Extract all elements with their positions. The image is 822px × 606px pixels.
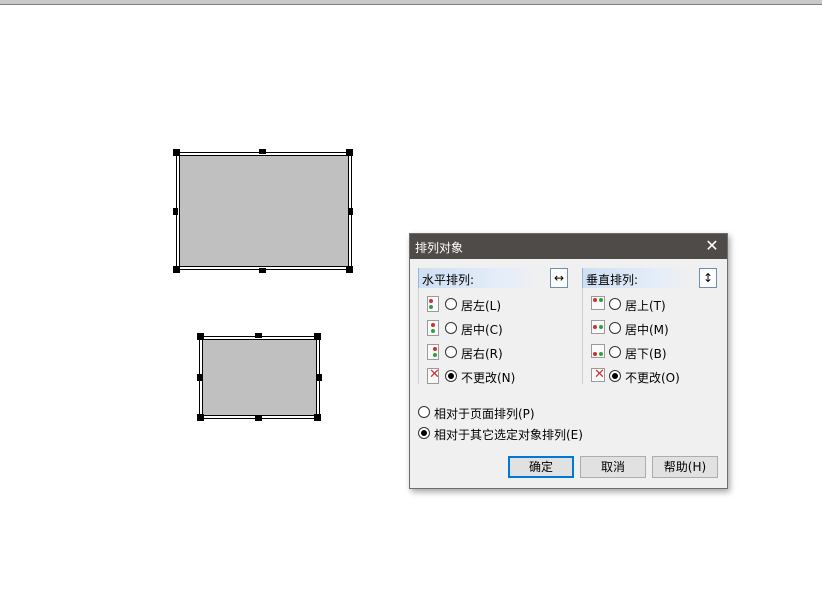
resize-handle-left[interactable] — [197, 374, 202, 381]
resize-handle-bottom-right[interactable] — [346, 266, 353, 273]
radio-label: 居中(M) — [625, 323, 669, 337]
vertical-align-group: 垂直排列: ↕ 居上(T) 居中(M) 居下(B) ✕ 不更改(O) — [582, 268, 722, 386]
horizontal-arrow-icon: ↔ — [550, 268, 568, 288]
horizontal-align-group: 水平排列: ↔ 居左(L) 居中(C) 居右(R) ✕ 不更改(N) — [418, 268, 570, 386]
radio-label: 居右(R) — [461, 347, 503, 361]
no-change-x-icon: ✕ — [427, 367, 440, 384]
resize-handle-bottom-left[interactable] — [197, 414, 204, 421]
radio-label: 相对于页面排列(P) — [434, 407, 535, 421]
resize-handle-top[interactable] — [259, 149, 266, 154]
align-bottom-icon — [591, 344, 605, 358]
align-middle-icon — [591, 320, 605, 334]
radio-label: 居上(T) — [625, 299, 666, 313]
radio-button[interactable] — [445, 298, 457, 310]
radio-no-change-vertical[interactable]: ✕ 不更改(O) — [582, 368, 720, 386]
resize-handle-bottom[interactable] — [259, 268, 266, 273]
radio-align-left[interactable]: 居左(L) — [418, 296, 568, 314]
radio-label: 居中(C) — [461, 323, 503, 337]
radio-button[interactable] — [609, 346, 621, 358]
resize-handle-right[interactable] — [317, 374, 322, 381]
radio-align-right[interactable]: 居右(R) — [418, 344, 568, 362]
radio-button[interactable] — [609, 322, 621, 334]
resize-handle-top[interactable] — [255, 333, 262, 338]
radio-align-middle[interactable]: 居中(M) — [582, 320, 720, 338]
resize-handle-bottom[interactable] — [255, 416, 262, 421]
resize-handle-top-right[interactable] — [314, 333, 321, 340]
horizontal-group-label: 水平排列: — [422, 273, 475, 287]
resize-handle-top-left[interactable] — [197, 333, 204, 340]
align-center-icon — [427, 320, 439, 336]
radio-button[interactable] — [418, 406, 430, 418]
dialog-title: 排列对象 — [415, 241, 464, 255]
resize-handle-top-right[interactable] — [346, 149, 353, 156]
help-button[interactable]: 帮助(H) — [652, 456, 718, 478]
radio-label: 居左(L) — [461, 299, 502, 313]
arrange-objects-dialog: 排列对象 ✕ 水平排列: ↔ 居左(L) 居中(C) 居右(R) ✕ 不更改(N… — [409, 233, 728, 489]
radio-button[interactable] — [445, 322, 457, 334]
radio-relative-to-page[interactable]: 相对于页面排列(P) — [418, 404, 718, 422]
cancel-button[interactable]: 取消 — [580, 456, 646, 478]
resize-handle-bottom-left[interactable] — [173, 266, 180, 273]
gray-rectangle-shape[interactable] — [202, 339, 317, 416]
align-right-icon — [427, 344, 439, 360]
radio-no-change-horizontal[interactable]: ✕ 不更改(N) — [418, 368, 568, 386]
dialog-titlebar[interactable]: 排列对象 ✕ — [410, 234, 727, 259]
resize-handle-left[interactable] — [173, 208, 178, 215]
radio-button[interactable] — [609, 298, 621, 310]
resize-handle-right[interactable] — [348, 208, 353, 215]
top-edge-bar — [0, 0, 822, 5]
radio-label: 居下(B) — [625, 347, 667, 361]
vertical-arrow-icon: ↕ — [699, 268, 717, 288]
radio-button-selected[interactable] — [609, 370, 621, 382]
radio-button-selected[interactable] — [445, 370, 457, 382]
gray-rectangle-shape[interactable] — [179, 155, 349, 267]
resize-handle-bottom-right[interactable] — [314, 414, 321, 421]
radio-label: 不更改(O) — [625, 371, 680, 385]
radio-align-bottom[interactable]: 居下(B) — [582, 344, 720, 362]
radio-align-center[interactable]: 居中(C) — [418, 320, 568, 338]
vertical-group-header: 垂直排列: — [582, 268, 695, 288]
ok-button[interactable]: 确定 — [508, 456, 574, 478]
radio-label: 相对于其它选定对象排列(E) — [434, 428, 583, 442]
align-left-icon — [427, 296, 439, 312]
radio-button-selected[interactable] — [418, 427, 430, 439]
close-icon[interactable]: ✕ — [703, 236, 721, 256]
radio-relative-to-selection[interactable]: 相对于其它选定对象排列(E) — [418, 425, 718, 443]
radio-align-top[interactable]: 居上(T) — [582, 296, 720, 314]
no-change-x-icon: ✕ — [591, 368, 605, 382]
radio-label: 不更改(N) — [461, 371, 516, 385]
vertical-group-label: 垂直排列: — [586, 273, 639, 287]
radio-button[interactable] — [445, 346, 457, 358]
align-top-icon — [591, 296, 605, 310]
resize-handle-top-left[interactable] — [173, 149, 180, 156]
horizontal-group-header: 水平排列: — [418, 268, 543, 288]
